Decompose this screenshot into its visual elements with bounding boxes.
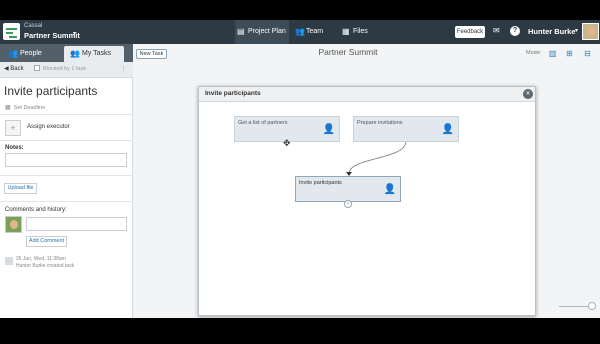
blocked-checkbox[interactable] — [34, 65, 40, 71]
nav-files-label: Files — [353, 28, 368, 35]
back-button[interactable]: ◀ Back — [4, 65, 24, 72]
app-logo-icon[interactable] — [3, 23, 20, 40]
user-dropdown-icon[interactable]: ▾ — [575, 27, 578, 34]
subtask-modal: Invite participants ✕ Get a list of part… — [198, 86, 536, 316]
canvas-title: Partner Summit — [318, 47, 378, 57]
task-node-selected[interactable]: Invite participants 👤 — [295, 176, 401, 202]
project-subtitle: Cassal — [24, 23, 43, 29]
modal-body[interactable]: Get a list of partners 👤 Prepare invitat… — [199, 102, 535, 315]
divider — [0, 175, 133, 176]
project-name[interactable]: Partner Summit — [24, 31, 80, 40]
people-icon: 👥 — [8, 49, 18, 58]
history-icon — [5, 257, 13, 265]
notes-label: Notes: — [5, 145, 24, 151]
tab-my-tasks-label: My Tasks — [82, 50, 112, 57]
mode-columns-icon[interactable]: ▥ — [548, 49, 557, 58]
task-detail-panel: 👥 People 👥 My Tasks ◀ Back Blocked by 1 … — [0, 44, 133, 318]
blocked-label: Blocked by 1 task — [43, 66, 87, 72]
mail-icon[interactable]: ✉ — [493, 26, 500, 35]
nav-files[interactable]: ▦ Files — [340, 20, 380, 44]
user-name[interactable]: Hunter Burke — [528, 27, 576, 36]
task-node-label: Get a list of partners — [238, 120, 288, 126]
zoom-slider-handle[interactable] — [588, 302, 596, 310]
panel-subbar: ◀ Back Blocked by 1 task ⋮ — [0, 62, 133, 78]
add-executor-icon[interactable]: 👤 — [323, 121, 335, 139]
blocked-status[interactable]: Blocked by 1 task — [34, 65, 86, 72]
mode-grid-icon[interactable]: ⊟ — [583, 49, 592, 58]
close-icon[interactable]: ✕ — [523, 89, 533, 99]
project-dropdown-icon[interactable]: ▾ — [73, 30, 76, 37]
modal-header: Invite participants ✕ — [199, 87, 535, 102]
tasks-icon: 👥 — [70, 49, 80, 58]
divider — [0, 140, 133, 141]
comment-field[interactable] — [26, 217, 127, 231]
add-executor-icon[interactable]: 👤 — [442, 121, 454, 139]
add-connection-handle[interactable]: + — [344, 200, 352, 208]
feedback-button[interactable]: Feedback — [455, 26, 485, 38]
project-plan-icon: ▤ — [237, 27, 245, 36]
mode-label: Mode: — [526, 50, 542, 56]
set-deadline-label: Set Deadline — [13, 105, 46, 111]
add-executor-icon[interactable]: 👤 — [384, 181, 396, 199]
comments-label: Comments and history: — [5, 207, 67, 213]
nav-team-label: Team — [306, 28, 324, 35]
calendar-icon: ▦ — [5, 105, 11, 111]
modal-title: Invite participants — [205, 90, 261, 97]
set-deadline-link[interactable]: ▦ Set Deadline — [5, 104, 45, 111]
task-node-label: Prepare invitations — [357, 120, 403, 126]
move-cursor-icon: ✥ — [283, 138, 291, 148]
task-title[interactable]: Invite participants — [4, 84, 97, 98]
add-comment-button[interactable]: Add Comment — [26, 236, 67, 247]
comment-avatar — [5, 216, 22, 233]
history-date: 26 Jun, Wed, 11:38am — [16, 256, 66, 262]
tab-people[interactable]: 👥 People — [2, 46, 62, 62]
more-options-icon[interactable]: ⋮ — [120, 65, 127, 73]
assign-executor-label[interactable]: Assign executor — [27, 124, 70, 130]
upload-file-button[interactable]: Upload file — [4, 183, 37, 194]
panel-tabs: 👥 People 👥 My Tasks — [0, 44, 133, 62]
divider — [0, 201, 133, 202]
divider — [0, 114, 133, 115]
mode-flow-icon[interactable]: ⊞ — [565, 49, 574, 58]
tab-people-label: People — [20, 50, 42, 57]
help-icon[interactable]: ? — [510, 26, 520, 36]
task-node-label: Invite participants — [299, 180, 342, 186]
top-bar: Cassal Partner Summit ▾ ▤ Project Plan 👥… — [0, 20, 600, 44]
video-frame: Cassal Partner Summit ▾ ▤ Project Plan 👥… — [0, 0, 600, 344]
notes-field[interactable] — [5, 153, 127, 167]
nav-project-plan-label: Project Plan — [248, 28, 286, 35]
app-window: Cassal Partner Summit ▾ ▤ Project Plan 👥… — [0, 20, 600, 318]
history-text: Hunter Burke created task — [16, 263, 75, 269]
tab-my-tasks[interactable]: 👥 My Tasks — [64, 46, 124, 62]
team-icon: 👥 — [295, 27, 305, 36]
back-label: Back — [10, 66, 24, 72]
task-node[interactable]: Prepare invitations 👤 — [353, 116, 459, 142]
files-icon: ▦ — [342, 27, 350, 36]
nav-team[interactable]: 👥 Team — [293, 20, 335, 44]
assign-executor-icon[interactable]: + — [5, 120, 21, 136]
user-avatar[interactable] — [582, 23, 599, 40]
nav-project-plan[interactable]: ▤ Project Plan — [235, 20, 289, 44]
